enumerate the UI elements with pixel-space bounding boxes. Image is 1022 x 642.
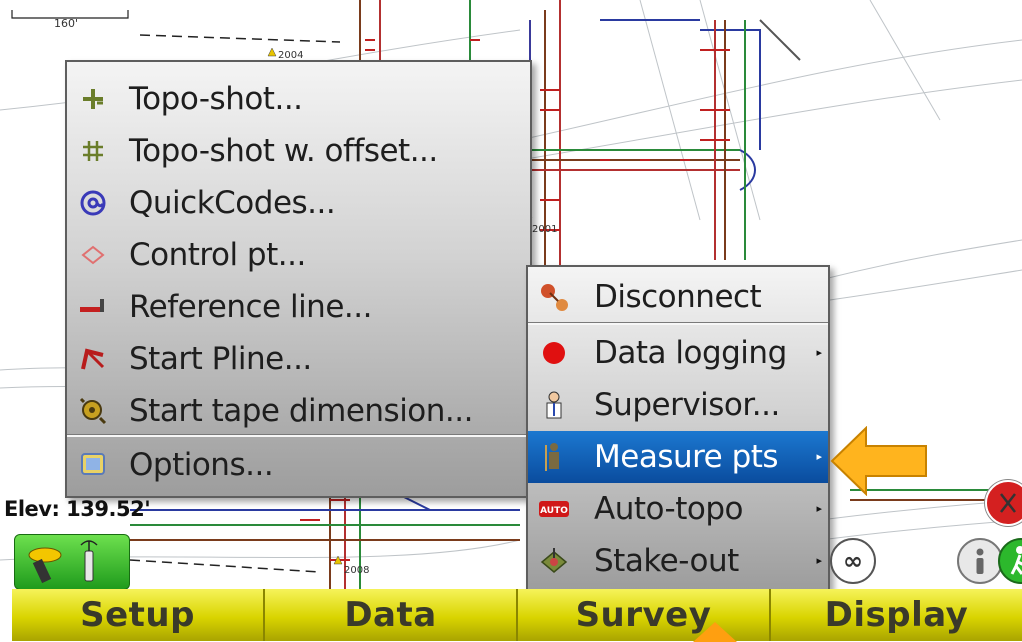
submenu-arrow-icon: ▸ <box>816 450 822 463</box>
red-dot-icon <box>536 335 572 371</box>
menu-item-label: QuickCodes... <box>129 185 336 221</box>
main-tab-bar: Setup Data Survey Display <box>12 589 1022 641</box>
menu-item-auto-topo[interactable]: AUTO Auto-topo ▸ <box>528 483 828 535</box>
auto-topo-icon: AUTO <box>536 491 572 527</box>
menu-item-options[interactable]: Options... <box>67 439 530 491</box>
measure-pts-icon <box>536 439 572 475</box>
menu-item-start-pline[interactable]: Start Pline... <box>67 333 530 385</box>
submenu-arrow-icon: ▸ <box>816 502 822 515</box>
menu-separator <box>528 322 828 325</box>
menu-item-label: Disconnect <box>594 279 762 315</box>
menu-item-stake-out[interactable]: Stake-out ▸ <box>528 535 828 587</box>
reference-line-icon <box>75 289 111 325</box>
submenu-arrow-icon: ▸ <box>816 346 822 359</box>
menu-item-label: Auto-topo <box>594 491 744 527</box>
menu-item-supervisor[interactable]: Supervisor... <box>528 379 828 431</box>
scale-label: 160' <box>54 17 79 30</box>
svg-text:∞: ∞ <box>843 547 863 575</box>
survey-menu: Disconnect Data logging ▸ Supervisor... … <box>526 265 830 591</box>
tab-setup[interactable]: Setup <box>12 589 265 641</box>
infinity-button[interactable]: ∞ <box>830 538 876 584</box>
active-tab-indicator <box>693 622 737 642</box>
disconnect-icon <box>536 279 572 315</box>
point-label: 2008 <box>344 565 369 576</box>
quickcodes-icon <box>75 185 111 221</box>
menu-item-data-logging[interactable]: Data logging ▸ <box>528 327 828 379</box>
topo-offset-icon <box>75 133 111 169</box>
menu-item-topo-shot-offset[interactable]: Topo-shot w. offset... <box>67 125 530 177</box>
menu-item-label: Start Pline... <box>129 341 312 377</box>
options-icon <box>75 447 111 483</box>
rover-icon <box>28 547 62 584</box>
menu-item-label: Reference line... <box>129 289 372 325</box>
info-button[interactable] <box>957 538 1003 584</box>
measure-pts-submenu: Topo-shot... Topo-shot w. offset... Quic… <box>65 60 532 498</box>
menu-item-label: Supervisor... <box>594 387 780 423</box>
menu-item-start-tape-dimension[interactable]: Start tape dimension... <box>67 385 530 437</box>
tab-data[interactable]: Data <box>265 589 518 641</box>
menu-item-control-pt[interactable]: Control pt... <box>67 229 530 281</box>
submenu-arrow-icon: ▸ <box>816 554 822 567</box>
walk-mode-button[interactable] <box>998 538 1022 584</box>
menu-item-label: Topo-shot w. offset... <box>129 133 438 169</box>
menu-item-label: Data logging <box>594 335 787 371</box>
menu-item-reference-line[interactable]: Reference line... <box>67 281 530 333</box>
menu-item-label: Start tape dimension... <box>129 393 474 429</box>
control-pt-icon <box>75 237 111 273</box>
tape-dimension-icon <box>75 393 111 429</box>
menu-item-quickcodes[interactable]: QuickCodes... <box>67 177 530 229</box>
elevation-readout: Elev: 139.52' <box>4 497 151 521</box>
tab-display[interactable]: Display <box>771 589 1022 641</box>
pline-icon <box>75 341 111 377</box>
menu-separator <box>67 434 530 437</box>
supervisor-icon <box>536 387 572 423</box>
svg-text:AUTO: AUTO <box>540 506 568 516</box>
emergency-stop-button[interactable] <box>985 480 1022 526</box>
topo-shot-icon <box>75 81 111 117</box>
menu-item-disconnect[interactable]: Disconnect <box>528 271 828 323</box>
menu-item-label: Measure pts <box>594 439 779 475</box>
menu-item-topo-shot[interactable]: Topo-shot... <box>67 73 530 125</box>
menu-item-measure-pts[interactable]: Measure pts ▸ <box>528 431 828 483</box>
stakeout-icon <box>536 543 572 579</box>
menu-item-label: Control pt... <box>129 237 306 273</box>
menu-item-label: Options... <box>129 447 274 483</box>
menu-item-label: Stake-out <box>594 543 739 579</box>
point-label: 2001 <box>532 224 557 235</box>
gnss-status-widget[interactable] <box>14 534 130 590</box>
callout-arrow-icon <box>830 426 927 496</box>
menu-item-label: Topo-shot... <box>129 81 303 117</box>
radio-antenna-icon <box>80 540 98 582</box>
